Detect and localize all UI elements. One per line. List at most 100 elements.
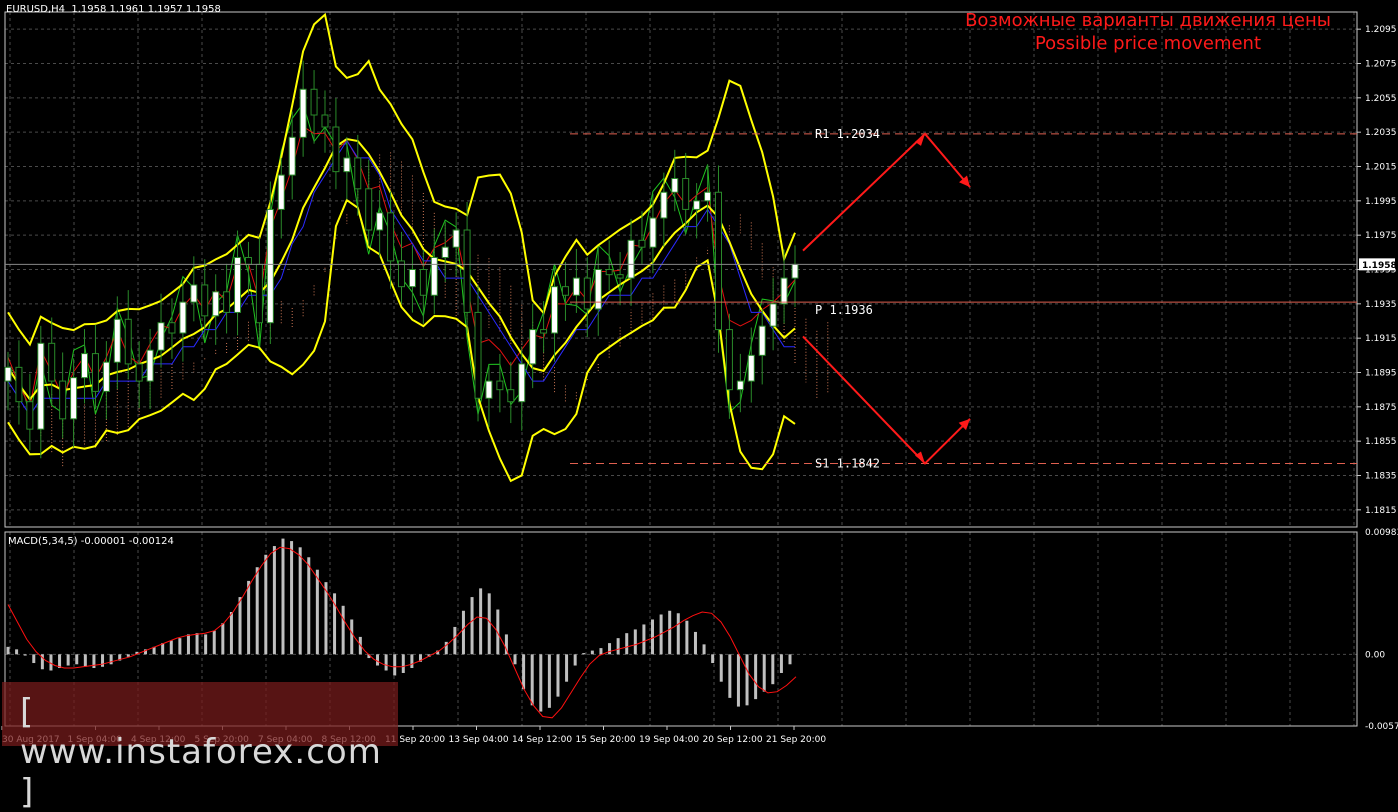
y-tick-label: 1.1995 bbox=[1365, 197, 1397, 207]
macd-bar bbox=[161, 643, 165, 655]
macd-y-tick-label: 0.00983 bbox=[1365, 528, 1398, 538]
candle-body bbox=[190, 284, 198, 303]
macd-bar bbox=[487, 593, 491, 655]
y-tick-label: 1.1815 bbox=[1365, 506, 1397, 516]
y-tick-label: 1.1935 bbox=[1365, 300, 1397, 310]
candle-body bbox=[540, 329, 548, 334]
candle-body bbox=[769, 303, 777, 327]
macd-bar bbox=[702, 644, 706, 655]
macd-bar bbox=[264, 554, 268, 655]
macd-bar bbox=[247, 580, 251, 655]
y-tick-label: 1.2075 bbox=[1365, 60, 1397, 70]
candle-body bbox=[343, 157, 351, 173]
macd-bar bbox=[693, 631, 697, 655]
macd-bar bbox=[642, 624, 646, 655]
x-tick-label: 14 Sep 12:00 bbox=[512, 735, 572, 745]
y-tick-label: 1.2095 bbox=[1365, 25, 1397, 35]
macd-bar bbox=[23, 654, 27, 656]
candle-body bbox=[704, 191, 712, 202]
annotation-en: Possible price movement bbox=[1034, 33, 1262, 54]
macd-bar bbox=[92, 654, 96, 669]
candle-body bbox=[430, 256, 438, 296]
macd-bar bbox=[530, 654, 534, 706]
macd-bar bbox=[101, 654, 105, 667]
candle-body bbox=[408, 269, 416, 288]
macd-bar bbox=[376, 654, 380, 666]
macd-bar bbox=[599, 648, 603, 655]
candle-body bbox=[780, 277, 788, 305]
macd-bar bbox=[169, 640, 173, 655]
macd-bar bbox=[754, 654, 758, 700]
macd-bar bbox=[565, 654, 569, 682]
macd-bar bbox=[573, 654, 577, 666]
candle-body bbox=[485, 380, 493, 399]
candle-body bbox=[594, 269, 602, 310]
macd-bar bbox=[186, 634, 190, 655]
y-tick-label: 1.2015 bbox=[1365, 163, 1397, 173]
candle-body bbox=[747, 354, 755, 382]
candle-body bbox=[244, 256, 252, 265]
macd-bar bbox=[779, 654, 783, 673]
x-tick-label: 19 Sep 04:00 bbox=[639, 735, 699, 745]
candle-body bbox=[321, 114, 329, 128]
candle-body bbox=[791, 263, 799, 279]
annotation-ru: Возможные варианты движения цены bbox=[965, 10, 1331, 31]
macd-bar bbox=[109, 654, 113, 665]
candle-body bbox=[266, 208, 274, 324]
candle-body bbox=[288, 136, 296, 176]
candle-body bbox=[627, 239, 635, 279]
candle-body bbox=[102, 361, 110, 392]
macd-bar bbox=[582, 653, 586, 655]
candle-body bbox=[671, 178, 679, 193]
candle-body bbox=[518, 363, 526, 403]
x-tick-label: 15 Sep 20:00 bbox=[576, 735, 636, 745]
candle-body bbox=[332, 126, 340, 173]
macd-bar bbox=[788, 654, 792, 665]
macd-bar bbox=[479, 588, 483, 655]
macd-bar bbox=[221, 623, 225, 655]
candle-body bbox=[201, 284, 209, 317]
macd-bar bbox=[771, 654, 775, 685]
macd-bar bbox=[290, 541, 294, 655]
candle-body bbox=[441, 246, 449, 258]
candle-body bbox=[223, 291, 231, 313]
candle-body bbox=[81, 353, 89, 379]
candle-body bbox=[583, 277, 591, 310]
candle-body bbox=[15, 366, 23, 403]
candle-body bbox=[124, 318, 132, 365]
macd-bar bbox=[539, 654, 543, 712]
candle-body bbox=[529, 329, 537, 365]
x-tick-label: 20 Sep 12:00 bbox=[703, 735, 763, 745]
macd-y-tick-label: 0.00 bbox=[1365, 650, 1385, 660]
candle-body bbox=[146, 349, 154, 382]
macd-bar bbox=[255, 567, 259, 655]
macd-bar bbox=[272, 546, 276, 655]
macd-bar bbox=[719, 654, 723, 682]
candle-body bbox=[157, 322, 165, 351]
candle-body bbox=[212, 291, 220, 317]
macd-bar bbox=[513, 654, 517, 665]
macd-bar bbox=[590, 650, 594, 655]
macd-bar bbox=[461, 610, 465, 655]
candle-body bbox=[376, 212, 384, 231]
candle-body bbox=[365, 188, 373, 231]
candle-body bbox=[255, 263, 263, 324]
candle-body bbox=[725, 329, 733, 391]
symbol-label: EURUSD,H4 1.1958 1.1961 1.1957 1.1958 bbox=[6, 4, 221, 15]
macd-bar bbox=[668, 610, 672, 655]
candle-body bbox=[179, 301, 187, 334]
candle-body bbox=[113, 318, 121, 363]
macd-bar bbox=[745, 654, 749, 706]
candle-body bbox=[682, 178, 690, 210]
candle-body bbox=[234, 256, 242, 313]
macd-bar bbox=[195, 633, 199, 655]
macd-bar bbox=[685, 620, 689, 655]
y-tick-label: 1.2055 bbox=[1365, 94, 1397, 104]
candle-body bbox=[474, 311, 482, 399]
current-price-text: 1.1958 bbox=[1362, 261, 1397, 271]
candle-body bbox=[649, 217, 657, 248]
candle-body bbox=[59, 380, 67, 420]
macd-bar bbox=[307, 557, 311, 655]
candle-body bbox=[91, 353, 99, 392]
macd-bar bbox=[178, 638, 182, 655]
